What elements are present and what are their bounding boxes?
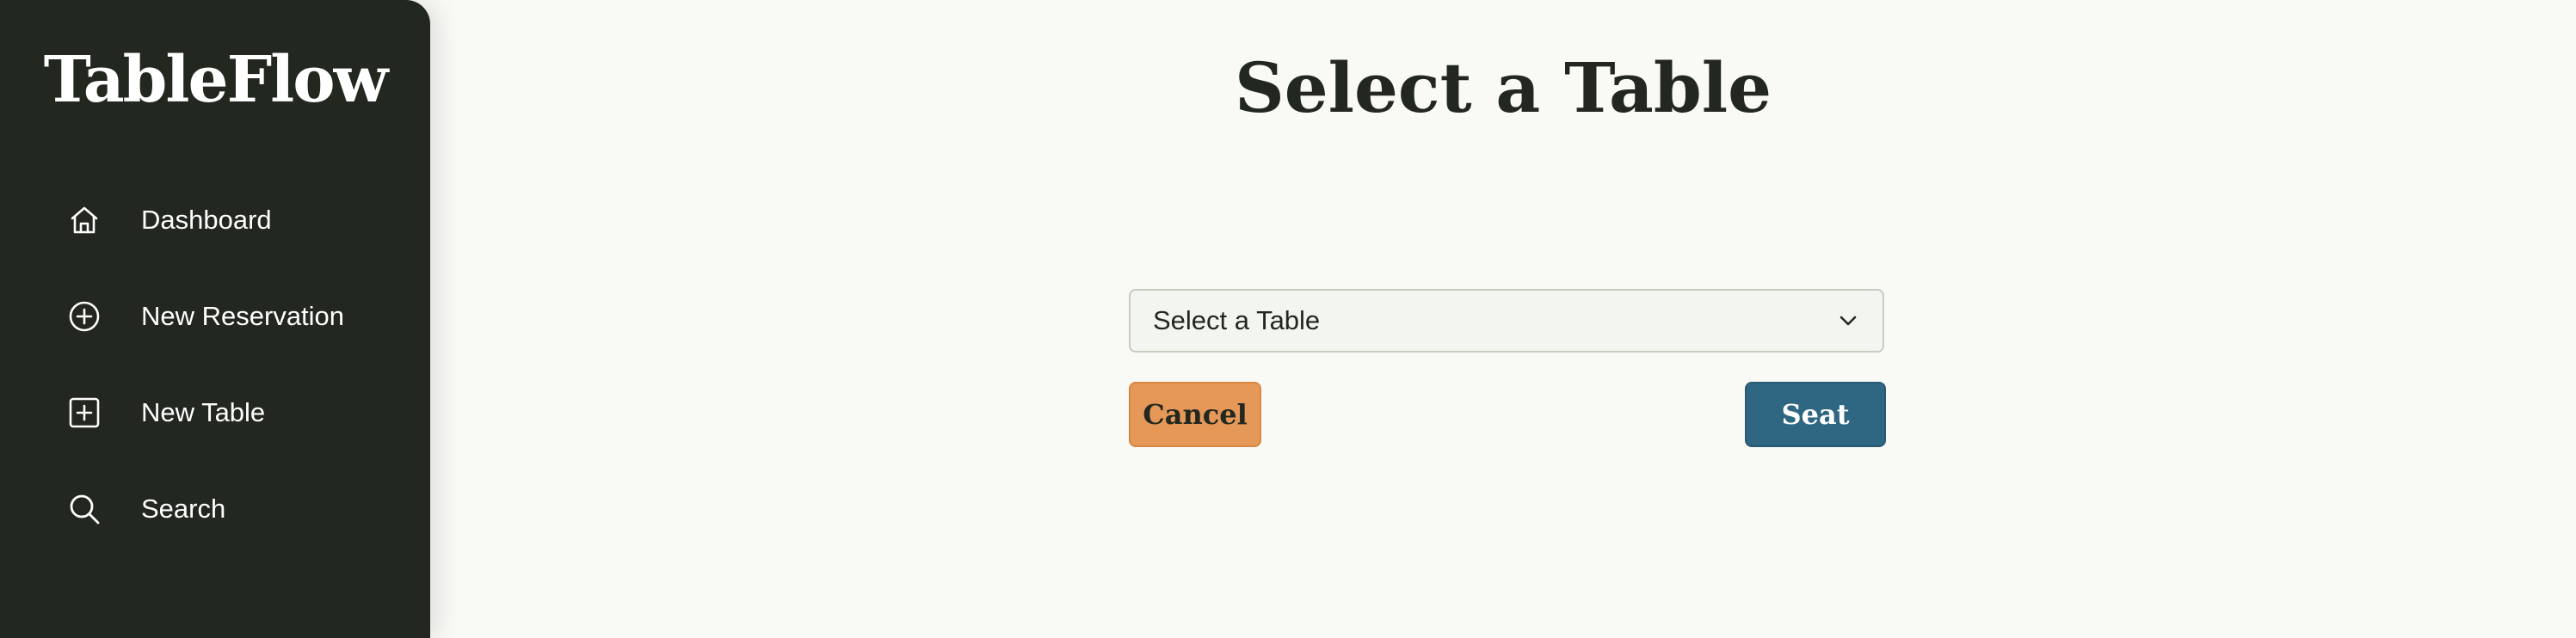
cancel-button[interactable]: Cancel — [1129, 382, 1261, 447]
plus-circle-icon — [60, 292, 108, 340]
sidebar: TableFlow Dashboard New Reservation New … — [0, 0, 430, 638]
table-select-value: Select a Table — [1153, 305, 1321, 335]
seat-button[interactable]: Seat — [1745, 382, 1886, 447]
sidebar-item-label: Search — [141, 494, 226, 524]
sidebar-item-label: Dashboard — [141, 205, 272, 235]
search-icon — [60, 485, 108, 533]
home-icon — [60, 196, 108, 244]
plus-square-icon — [60, 389, 108, 437]
table-select[interactable]: Select a Table — [1129, 289, 1884, 353]
sidebar-item-label: New Table — [141, 397, 266, 427]
chevron-down-icon — [1834, 307, 1862, 334]
sidebar-item-label: New Reservation — [141, 301, 345, 331]
sidebar-item-search[interactable]: Search — [60, 478, 404, 540]
sidebar-item-new-reservation[interactable]: New Reservation — [60, 285, 404, 347]
sidebar-item-new-table[interactable]: New Table — [60, 382, 404, 444]
sidebar-item-dashboard[interactable]: Dashboard — [60, 189, 404, 251]
brand-logo[interactable]: TableFlow — [0, 48, 430, 112]
page-title: Select a Table — [1234, 47, 1772, 128]
